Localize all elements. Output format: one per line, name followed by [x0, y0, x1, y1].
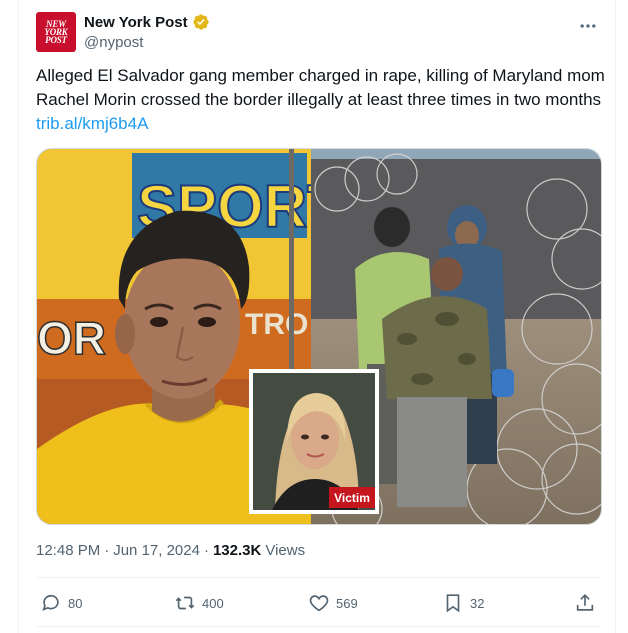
views-count[interactable]: 132.3K — [213, 542, 261, 559]
bookmark-count: 32 — [470, 595, 485, 611]
share-button[interactable] — [574, 588, 596, 618]
tweet-date[interactable]: Jun 17, 2024 — [113, 542, 200, 559]
sign-partial-left: OR — [37, 312, 106, 364]
verified-badge-icon[interactable] — [192, 13, 210, 31]
victim-label: Victim — [334, 491, 370, 505]
heart-icon — [309, 595, 329, 612]
views-label: Views — [265, 542, 306, 559]
meta-separator: · — [104, 542, 110, 559]
victim-inset: Victim — [249, 369, 379, 514]
bookmark-icon — [446, 594, 460, 613]
repost-button[interactable]: 400 — [174, 588, 224, 618]
bookmark-button[interactable]: 32 — [442, 588, 484, 618]
divider-bottom — [36, 626, 602, 627]
tweet-header: NEW YORK POST New York Post @nypost — [36, 12, 606, 56]
tweet-text: Alleged El Salvador gang member charged … — [36, 64, 606, 136]
tweet-media[interactable]: SPORTS OR TRO Victim — [36, 148, 602, 525]
logo-line-3: POST — [45, 35, 67, 45]
handle[interactable]: @nypost — [84, 34, 143, 51]
avatar[interactable]: NEW YORK POST — [36, 12, 76, 52]
reply-count: 80 — [68, 595, 83, 611]
like-count: 569 — [336, 595, 358, 611]
meta-separator-2: · — [203, 542, 209, 559]
more-options-icon[interactable] — [578, 16, 598, 36]
name-row: New York Post — [84, 13, 210, 31]
tweet-body: Alleged El Salvador gang member charged … — [36, 66, 605, 109]
share-icon — [576, 594, 594, 611]
sign-partial-right: TRO — [245, 308, 308, 341]
media-image: SPORTS OR TRO Victim — [37, 149, 601, 524]
repost-icon — [175, 596, 195, 610]
reply-icon — [42, 594, 59, 611]
repost-count: 400 — [202, 595, 224, 611]
tweet-meta: 12:48 PM · Jun 17, 2024 · 132.3K Views — [36, 542, 305, 559]
display-name[interactable]: New York Post — [84, 14, 188, 31]
tweet-time[interactable]: 12:48 PM — [36, 542, 100, 559]
divider — [36, 577, 602, 578]
action-bar: 80 400 569 32 — [36, 588, 602, 618]
tweet-link[interactable]: trib.al/kmj6b4A — [36, 114, 148, 133]
reply-button[interactable]: 80 — [40, 588, 82, 618]
like-button[interactable]: 569 — [308, 588, 358, 618]
